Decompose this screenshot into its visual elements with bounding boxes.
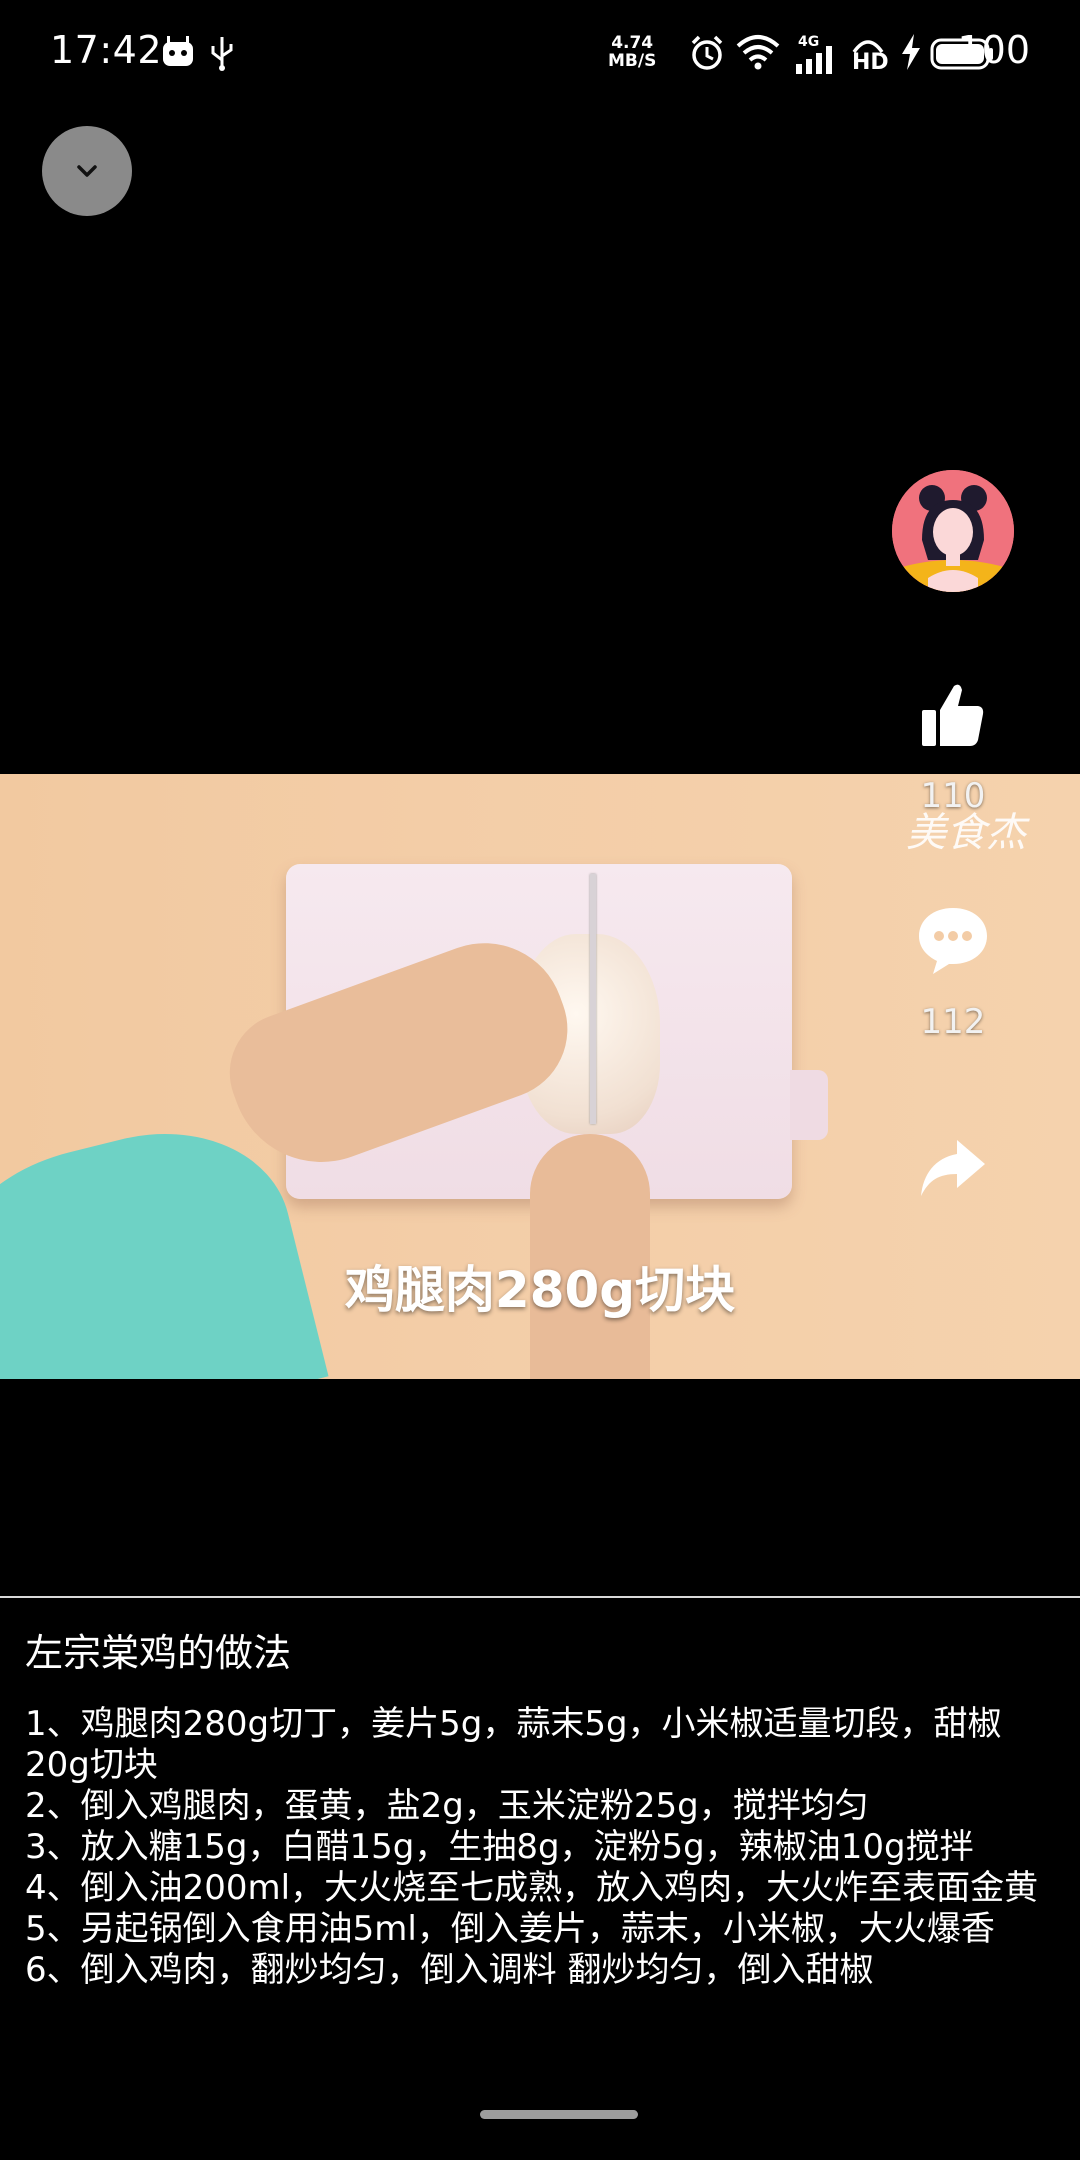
share-icon [921, 1140, 985, 1196]
author-avatar[interactable] [892, 470, 1014, 592]
chevron-down-icon [77, 165, 97, 177]
wifi-icon [736, 35, 780, 70]
knife [590, 874, 596, 1124]
recipe-step: 3、放入糖15g，白醋15g，生抽8g，淀粉5g，辣椒油10g搅拌 [25, 1827, 974, 1867]
signal-icon [796, 46, 832, 74]
like-button[interactable] [900, 680, 1006, 754]
like-count: 110 [920, 776, 986, 816]
home-indicator[interactable] [480, 2110, 638, 2119]
battery-level: 100 [957, 28, 1030, 72]
collapse-button[interactable] [42, 126, 132, 216]
thumbs-up-icon [922, 684, 984, 746]
avatar-illustration [892, 470, 1014, 592]
divider [0, 1596, 1080, 1598]
charging-icon [902, 34, 920, 70]
recipe-step: 2、倒入鸡腿肉，蛋黄，盐2g，玉米淀粉25g，搅拌均匀 [25, 1786, 869, 1826]
share-button[interactable] [900, 1136, 1006, 1206]
video-player[interactable]: 美食杰 鸡腿肉280g切块 [0, 774, 1080, 1379]
cutting-board-handle [790, 1070, 828, 1140]
comment-button[interactable] [900, 904, 1006, 980]
network-speed-value: 4.74 [611, 33, 654, 53]
recipe-step: 5、另起锅倒入食用油5ml，倒入姜片，蒜末，小米椒，大火爆香 [25, 1909, 995, 1949]
recipe-step: 6、倒入鸡肉，翻炒均匀，倒入调料 翻炒均匀，倒入甜椒 [25, 1950, 874, 1990]
video-subtitle: 鸡腿肉280g切块 [344, 1261, 736, 1319]
network-speed: 4.74 MB/S [608, 34, 656, 70]
recipe-steps: 1、鸡腿肉280g切丁，姜片5g，蒜末5g，小米椒适量切段，甜椒20g切块 2、… [25, 1704, 1065, 1991]
status-right: 4.74 MB/S 4G HD 100 [560, 0, 1080, 110]
recipe-step: 1、鸡腿肉280g切丁，姜片5g，蒜末5g，小米椒适量切段，甜椒20g切块 [25, 1704, 1002, 1785]
usb-icon [211, 37, 233, 71]
recipe-step: 4、倒入油200ml，大火烧至七成熟，放入鸡肉，大火炸至表面金黄 [25, 1868, 1039, 1908]
network-speed-unit: MB/S [608, 51, 657, 71]
status-bar: 17:42 4.74 MB/S 4G HD 100 [0, 0, 1080, 110]
android-notification-icon [163, 36, 193, 66]
status-time: 17:42 [50, 28, 163, 72]
hd-label: HD [852, 50, 889, 75]
comment-count: 112 [920, 1002, 986, 1042]
comment-icon [919, 908, 987, 974]
alarm-icon [691, 35, 723, 70]
recipe-title: 左宗棠鸡的做法 [25, 1631, 292, 1675]
